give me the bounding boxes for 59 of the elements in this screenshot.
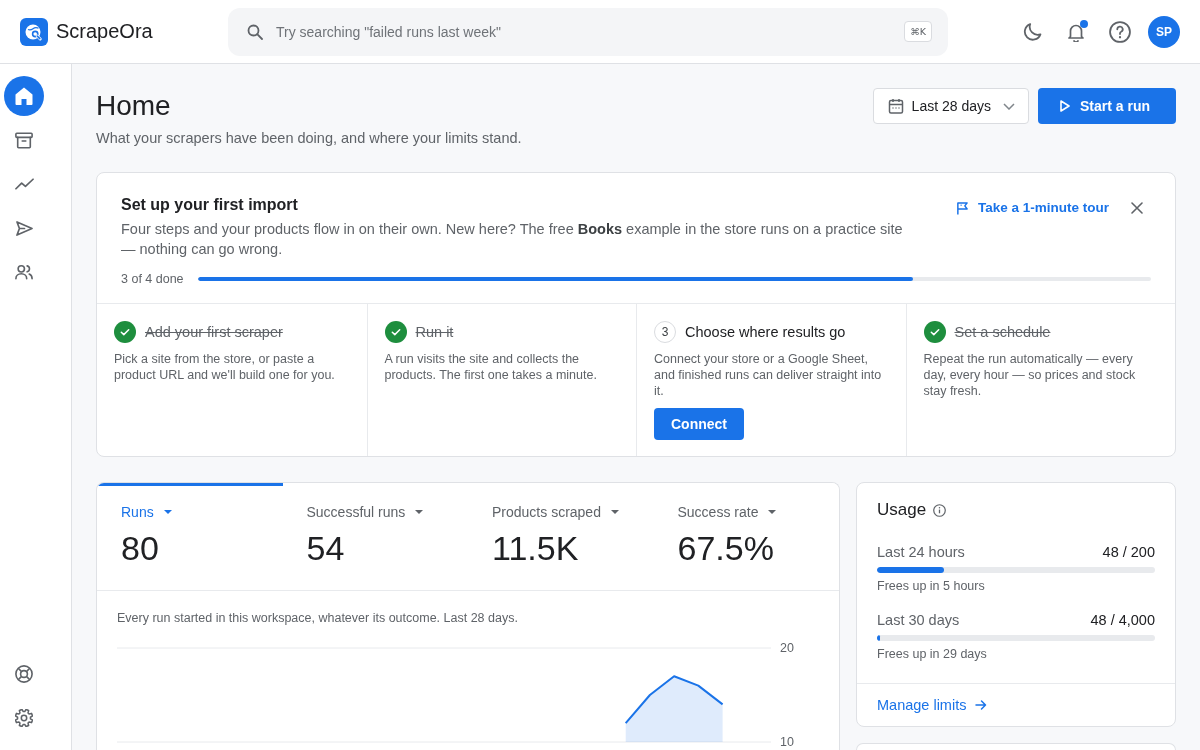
step-title: Add your first scraper <box>145 324 283 340</box>
metric-value: 54 <box>306 528 346 568</box>
brand-name: ScrapeOra <box>56 20 153 43</box>
step-number: 3 <box>654 321 676 343</box>
caret-down-icon <box>768 510 777 514</box>
send-icon <box>15 220 33 236</box>
page-title: Home <box>96 89 172 123</box>
help-icon <box>1109 20 1131 43</box>
logo-icon <box>20 17 48 46</box>
info-icon <box>933 503 947 517</box>
arrow-right-icon <box>975 699 988 711</box>
shortcut-hint: ⌘K <box>904 20 932 42</box>
usage-reading: 48 / 4,000 <box>1090 611 1155 630</box>
sidebar-item[interactable] <box>4 76 44 116</box>
metric-value: 80 <box>121 528 160 568</box>
step-description: Connect your store or a Google Sheet, and finished runs can deliver straight into it. <box>654 351 883 399</box>
chart-caption: Every run started in this workspace, whatever its outcome. Last 28 days. <box>117 610 519 627</box>
page-subtitle: What your scrapers have been doing, and where your limits stand. <box>96 129 522 148</box>
metric-value: 67.5% <box>677 528 775 568</box>
home-icon <box>15 87 33 105</box>
y-tick-label: 20 <box>780 641 794 655</box>
chevron-down-icon <box>1003 102 1015 110</box>
trend-line-icon <box>14 178 34 190</box>
card-title: Set up your first import <box>121 195 299 215</box>
settings-icon <box>15 709 33 727</box>
usage-reading: 48 / 200 <box>1102 543 1155 562</box>
usage-label: Last 24 hours <box>877 543 965 562</box>
close-icon <box>1131 202 1143 214</box>
step-title: Choose where results go <box>685 324 846 340</box>
card-title: Usage <box>877 499 927 521</box>
step-title: Set a schedule <box>954 324 1051 340</box>
search-icon <box>247 23 263 40</box>
user-avatar[interactable]: SP <box>1148 15 1180 48</box>
flag-icon <box>955 201 969 215</box>
progress-label: 3 of 4 done <box>121 271 184 288</box>
play-icon <box>1060 100 1070 112</box>
usage-label: Last 30 days <box>877 611 960 630</box>
tour-link[interactable]: Take a 1-minute tour <box>955 198 1109 218</box>
usage-note: Frees up in 29 days <box>877 646 988 662</box>
start-run-button[interactable]: Start a run <box>1038 88 1176 124</box>
caret-down-icon <box>163 510 172 514</box>
step-description: Repeat the run automatically — every day, every hour — so prices and stock stay fresh. <box>923 351 1137 399</box>
step-description: A run visits the site and collects the products. The first one takes a minute. <box>384 351 598 383</box>
metric-value: 11.5K <box>492 528 580 568</box>
caret-down-icon <box>610 510 619 514</box>
caret-down-icon <box>415 510 424 514</box>
date-range-dropdown[interactable]: Last 28 days <box>872 88 1029 124</box>
archive-icon <box>15 131 33 149</box>
usage-note: Frees up in 5 hours <box>877 578 986 594</box>
calendar-icon <box>887 98 904 114</box>
moon-icon <box>1022 22 1042 41</box>
users-icon <box>15 264 33 280</box>
card-description: Four steps and your products flow in on their own. New here? The free Books example in the store runs on a practice site — nothing can go wrong. <box>121 220 904 259</box>
connect-button[interactable]: Connect <box>654 408 744 440</box>
lifebuoy-icon <box>15 665 33 683</box>
y-tick-label: 10 <box>780 735 794 749</box>
step-title: Run it <box>415 324 454 340</box>
step-description: Pick a site from the store, or paste a product URL and we'll build one for you. <box>114 351 336 383</box>
manage-limits-link[interactable]: Manage limits <box>877 695 988 715</box>
